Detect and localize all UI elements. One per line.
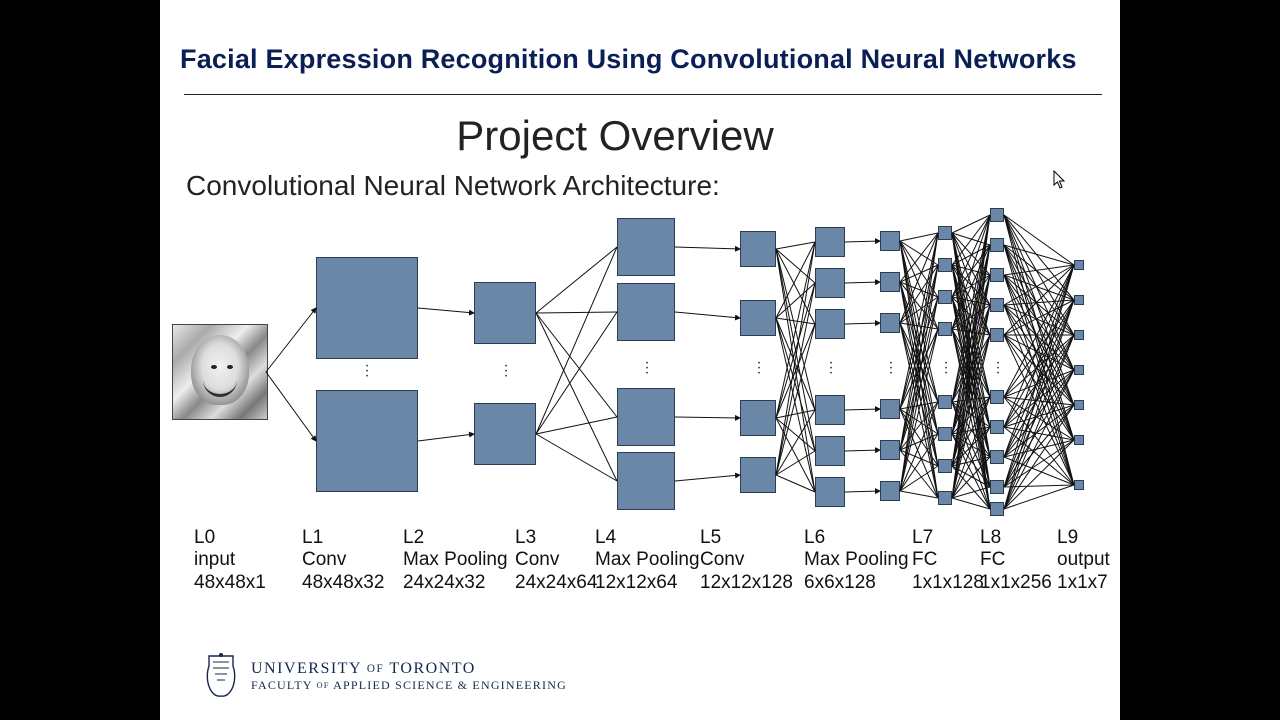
layer-label-l6: L6 Max Pooling 6x6x128 [804,527,909,594]
layer-l6-block [880,231,900,251]
layer-label-l1: L1 Conv 48x48x32 [302,527,384,594]
layer-l7-node [938,226,952,240]
layer-l1-block [316,390,418,492]
ellipsis-icon: ••• [503,365,509,380]
layer-l3-block [617,388,675,446]
input-face-image [172,324,268,420]
layer-l4-block [740,457,776,493]
layer-label-l8: L8 FC 1x1x256 [980,527,1052,594]
footer-faculty: FACULTY OF APPLIED SCIENCE & ENGINEERING [251,678,567,693]
layer-l8-node [990,502,1004,516]
slide: Facial Expression Recognition Using Conv… [160,0,1120,720]
ellipsis-icon: ••• [943,362,949,377]
layer-l5-block [815,227,845,257]
layer-label-l0: L0 input 48x48x1 [194,527,266,594]
layer-l7-node [938,290,952,304]
layer-l4-block [740,231,776,267]
layer-l7-node [938,427,952,441]
university-crest-icon [205,652,237,700]
cnn-architecture-diagram: ••• ••• ••• ••• ••• ••• [160,190,1120,520]
layer-l5-block [815,309,845,339]
layer-l9-node [1074,435,1084,445]
layer-label-l9: L9 output 1x1x7 [1057,527,1110,594]
layer-l3-block [617,452,675,510]
layer-l4-block [740,400,776,436]
layer-l8-node [990,208,1004,222]
ellipsis-icon: ••• [828,362,834,377]
layer-l8-node [990,450,1004,464]
layer-l1-block [316,257,418,359]
layer-l7-node [938,491,952,505]
layer-l6-block [880,313,900,333]
section-heading: Project Overview [160,112,1070,160]
layer-l5-block [815,436,845,466]
layer-l7-node [938,395,952,409]
layer-l8-node [990,480,1004,494]
cursor-icon [1053,170,1067,190]
layer-l8-node [990,390,1004,404]
layer-l8-node [990,298,1004,312]
ellipsis-icon: ••• [995,362,1001,377]
layer-l7-node [938,258,952,272]
layer-l3-block [617,283,675,341]
slide-title: Facial Expression Recognition Using Conv… [180,44,1100,75]
layer-l3-block [617,218,675,276]
layer-l9-node [1074,480,1084,490]
layer-label-l7: L7 FC 1x1x128 [912,527,984,594]
layer-label-l2: L2 Max Pooling 24x24x32 [403,527,508,594]
layer-l9-node [1074,330,1084,340]
layer-l6-block [880,272,900,292]
layer-l9-node [1074,365,1084,375]
layer-l6-block [880,440,900,460]
layer-label-l5: L5 Conv 12x12x128 [700,527,793,594]
layer-label-l4: L4 Max Pooling 12x12x64 [595,527,700,594]
layer-l4-block [740,300,776,336]
layer-l7-node [938,459,952,473]
ellipsis-icon: ••• [756,362,762,377]
slide-footer: UNIVERSITY OF TORONTO FACULTY OF APPLIED… [205,652,567,700]
layer-l9-node [1074,295,1084,305]
layer-l8-node [990,238,1004,252]
layer-l5-block [815,395,845,425]
layer-l8-node [990,328,1004,342]
layer-label-l3: L3 Conv 24x24x64 [515,527,597,594]
layer-l2-block [474,403,536,465]
layer-l5-block [815,268,845,298]
layer-l2-block [474,282,536,344]
layer-l8-node [990,268,1004,282]
layer-l8-node [990,420,1004,434]
ellipsis-icon: ••• [888,362,894,377]
layer-l6-block [880,481,900,501]
title-underline [184,94,1102,95]
layer-l7-node [938,322,952,336]
layer-l5-block [815,477,845,507]
ellipsis-icon: ••• [644,362,650,377]
layer-l9-node [1074,400,1084,410]
footer-university: UNIVERSITY OF TORONTO [251,660,567,678]
ellipsis-icon: ••• [364,365,370,380]
layer-l9-node [1074,260,1084,270]
layer-l6-block [880,399,900,419]
